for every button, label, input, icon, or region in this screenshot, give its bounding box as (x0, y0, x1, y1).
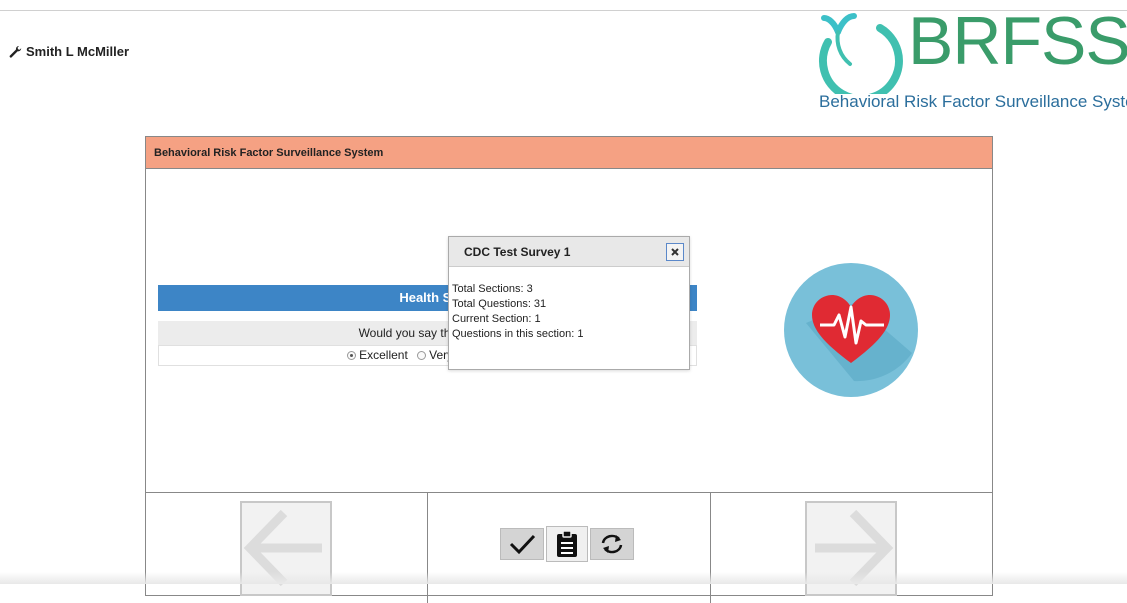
clipboard-icon (557, 530, 577, 557)
card-title: Behavioral Risk Factor Surveillance Syst… (146, 137, 992, 169)
check-icon (509, 534, 536, 555)
logo-tagline: Behavioral Risk Factor Surveillance Syst… (819, 92, 1127, 111)
dialog-header: CDC Test Survey 1 (449, 237, 689, 267)
survey-info-dialog: CDC Test Survey 1 Total Sections: 3 Tota… (448, 236, 690, 370)
refresh-button[interactable] (590, 528, 634, 560)
nav-cell-previous (146, 493, 428, 603)
user-name: Smith L McMiller (26, 44, 130, 59)
close-icon (671, 248, 679, 256)
nav-cell-tools (428, 493, 711, 603)
radio-icon[interactable] (417, 351, 427, 361)
check-button[interactable] (500, 528, 544, 560)
total-questions: Total Questions: 31 (452, 298, 547, 310)
option-excellent[interactable]: Excellent (341, 348, 408, 362)
dialog-body: Total Sections: 3 Total Questions: 31 Cu… (449, 267, 689, 342)
nav-cell-next (711, 493, 992, 603)
dialog-title: CDC Test Survey 1 (464, 245, 571, 259)
navigation-bar (146, 492, 992, 603)
radio-icon[interactable] (347, 351, 357, 361)
heart-rate-icon (784, 263, 918, 397)
user-info: Smith L McMiller (9, 44, 129, 59)
bottom-shadow (0, 572, 1127, 584)
logo-acronym: BRFSS (908, 3, 1127, 79)
current-section: Current Section: 1 (452, 313, 541, 325)
clipboard-button[interactable] (546, 526, 588, 562)
questions-in-section: Questions in this section: 1 (452, 328, 584, 340)
logo-mark-icon (818, 13, 903, 94)
wrench-icon (9, 45, 22, 58)
close-button[interactable] (666, 243, 684, 261)
brfss-logo: BRFSS Behavioral Risk Factor Surveillanc… (788, 3, 1127, 116)
refresh-icon (601, 534, 623, 554)
total-sections: Total Sections: 3 (452, 283, 533, 295)
